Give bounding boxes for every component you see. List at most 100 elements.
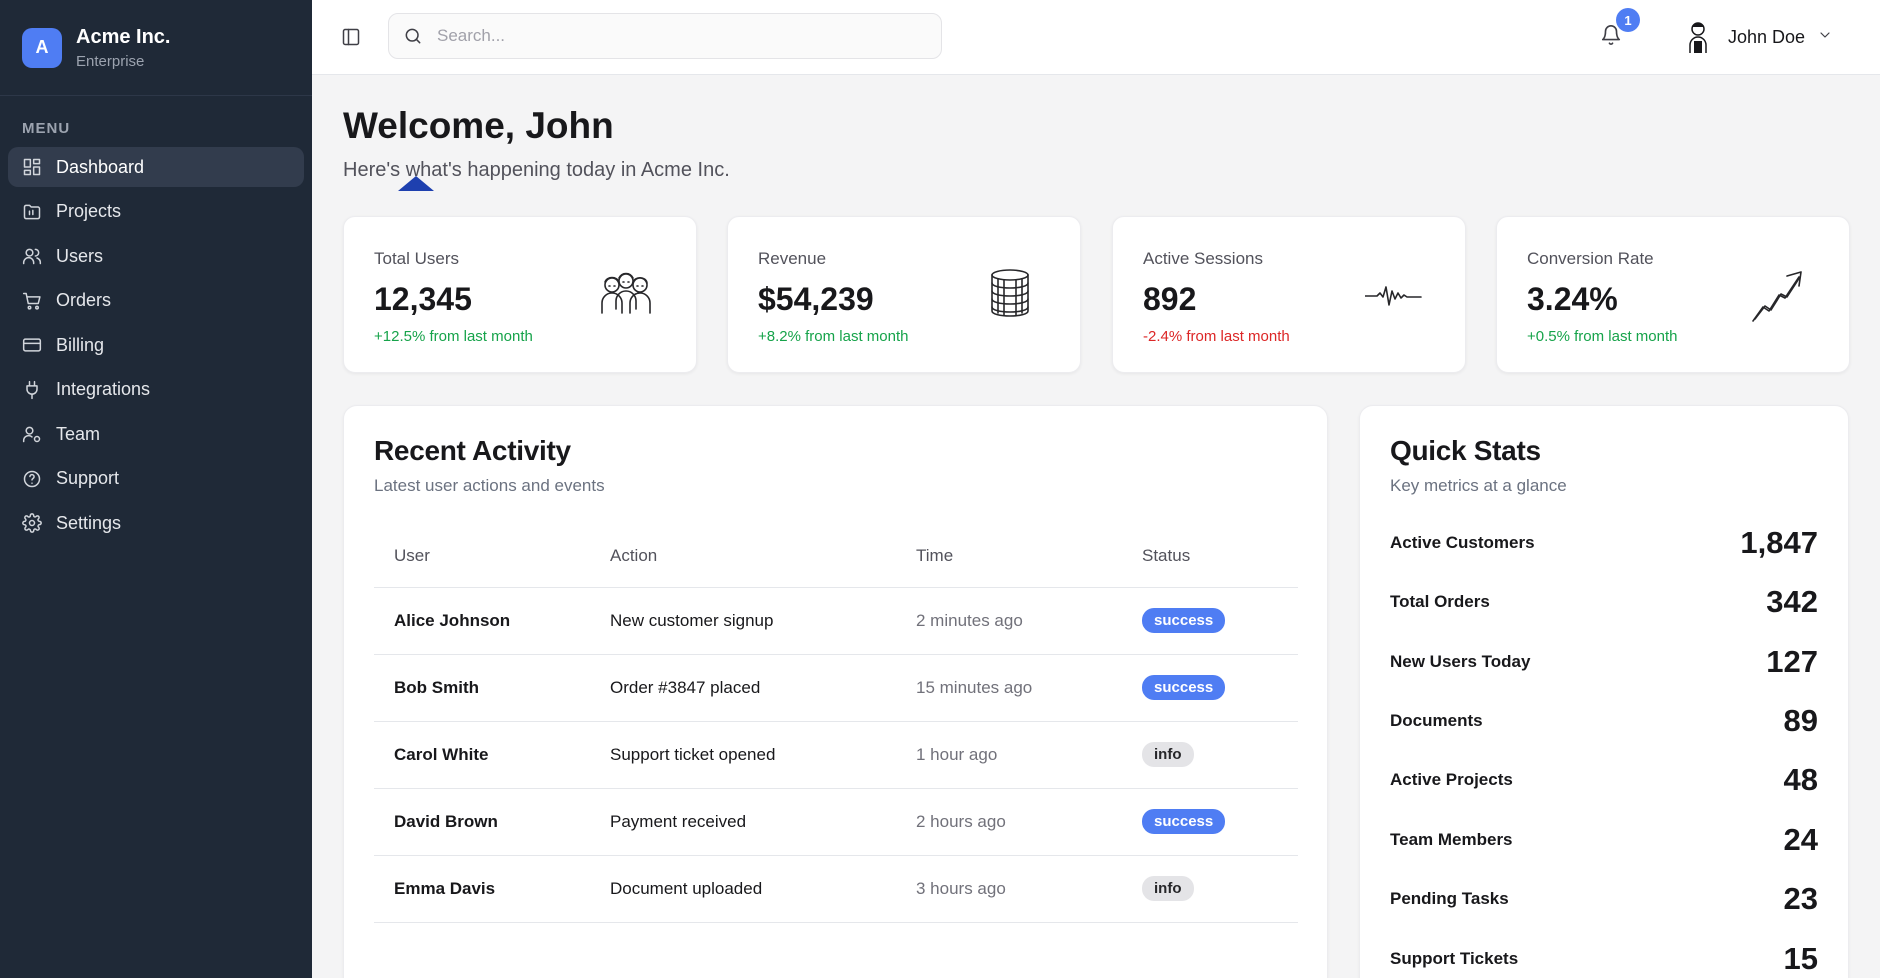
sidebar-item-team[interactable]: Team [8, 414, 304, 454]
quick-stat-value: 127 [1766, 644, 1818, 679]
cell-time: 3 hours ago [896, 855, 1122, 923]
stat-change: +8.2% from last month [758, 328, 909, 345]
brand[interactable]: A Acme Inc. Enterprise [0, 0, 312, 96]
table-row[interactable]: Bob Smith Order #3847 placed 15 minutes … [374, 654, 1298, 722]
quick-stat-value: 1,847 [1740, 525, 1818, 560]
column-header-status[interactable]: Status [1122, 525, 1298, 588]
stat-card-conversion-rate: Conversion Rate 3.24% +0.5% from last mo… [1496, 216, 1850, 373]
quick-stat-label: Support Tickets [1390, 949, 1519, 968]
quick-stat-row: Support Tickets 15 [1390, 939, 1818, 978]
stat-value: 892 [1143, 281, 1197, 317]
quick-stat-value: 89 [1783, 703, 1818, 738]
cell-time: 2 hours ago [896, 788, 1122, 856]
activity-table: User Action Time Status Alice Johnson Ne… [374, 525, 1298, 923]
sidebar-item-label: Integrations [56, 379, 151, 399]
sidebar-toggle-icon [342, 28, 360, 46]
topbar: 1 John Doe [312, 0, 1880, 75]
sidebar-item-billing[interactable]: Billing [8, 325, 304, 365]
search-box[interactable] [388, 13, 942, 59]
search-input[interactable] [437, 26, 907, 46]
sidebar-item-label: Support [56, 468, 120, 488]
quick-stat-row: New Users Today 127 [1390, 642, 1818, 682]
folder-icon [23, 204, 41, 219]
cell-status: success [1122, 587, 1298, 655]
page-title: Welcome, John [343, 105, 614, 146]
sidebar-item-label: Settings [56, 512, 122, 533]
sidebar-item-label: Users [56, 245, 104, 266]
cart-icon [22, 292, 41, 310]
stat-title: Conversion Rate [1527, 249, 1654, 268]
notification-badge: 1 [1616, 8, 1640, 32]
quick-stats-panel: Quick Stats Key metrics at a glance Acti… [1359, 405, 1849, 978]
table-row[interactable]: David Brown Payment received 2 hours ago… [374, 788, 1298, 856]
quick-stat-row: Team Members 24 [1390, 820, 1818, 860]
column-header-action[interactable]: Action [590, 525, 896, 588]
avatar-illustration-icon [1689, 22, 1707, 53]
help-circle-icon [23, 470, 41, 487]
stat-change: +12.5% from last month [374, 328, 533, 345]
main-content: Welcome, John Here's what's happening to… [312, 75, 1880, 978]
quick-stat-row: Active Projects 48 [1390, 760, 1818, 800]
stat-value: $54,239 [758, 281, 874, 317]
cell-action: Support ticket opened [590, 721, 896, 789]
table-row[interactable]: Emma Davis Document uploaded 3 hours ago… [374, 855, 1298, 923]
sidebar-item-label: Billing [56, 334, 105, 355]
column-header-time[interactable]: Time [896, 525, 1122, 588]
quick-stat-label: Team Members [1390, 830, 1513, 849]
status-badge: success [1142, 675, 1226, 700]
cell-status: info [1122, 855, 1298, 923]
panel-title: Recent Activity [374, 435, 571, 466]
quick-stat-label: Total Orders [1390, 592, 1490, 611]
stat-card-revenue: Revenue $54,239 +8.2% from last month [727, 216, 1081, 373]
quick-stat-label: Active Projects [1390, 770, 1513, 789]
sidebar-item-label: Orders [56, 290, 112, 310]
sidebar-item-projects[interactable]: Projects [8, 192, 304, 232]
cursor-pointer-marker [398, 176, 434, 191]
table-row[interactable]: Carol White Support ticket opened 1 hour… [374, 721, 1298, 789]
stat-card-active-sessions: Active Sessions 892 -2.4% from last mont… [1112, 216, 1466, 373]
sidebar-item-label: Projects [56, 201, 122, 221]
user-menu-button[interactable]: John Doe [1678, 16, 1833, 58]
quick-stat-row: Documents 89 [1390, 701, 1818, 741]
status-badge: success [1142, 809, 1226, 834]
cell-user: Carol White [374, 721, 590, 789]
cell-user: David Brown [374, 788, 590, 856]
quick-stat-value: 48 [1783, 762, 1818, 797]
sidebar-item-orders[interactable]: Orders [8, 281, 304, 321]
table-row[interactable]: Alice Johnson New customer signup 2 minu… [374, 587, 1298, 655]
stat-change: -2.4% from last month [1143, 328, 1290, 345]
sidebar-item-support[interactable]: Support [8, 459, 304, 499]
column-header-user[interactable]: User [374, 525, 590, 588]
sidebar-toggle-button[interactable] [338, 24, 364, 50]
recent-activity-panel: Recent Activity Latest user actions and … [343, 405, 1328, 978]
cell-time: 15 minutes ago [896, 654, 1122, 722]
menu-heading: MENU [22, 120, 71, 137]
sidebar-item-users[interactable]: Users [8, 236, 304, 276]
sidebar-nav: Dashboard Projects Users Orders Billing … [0, 147, 312, 543]
sidebar-item-settings[interactable]: Settings [8, 503, 304, 543]
trend-arrow-icon [1749, 265, 1809, 325]
stat-value: 3.24% [1527, 281, 1618, 317]
table-header-row: User Action Time Status [374, 525, 1298, 588]
cell-action: Order #3847 placed [590, 654, 896, 722]
people-illustration-icon [596, 265, 656, 325]
sidebar-item-dashboard[interactable]: Dashboard [8, 147, 304, 187]
brand-logo: A [22, 27, 62, 68]
sidebar: A Acme Inc. Enterprise MENU Dashboard Pr… [0, 0, 312, 978]
sidebar-item-integrations[interactable]: Integrations [8, 370, 304, 410]
users-icon [22, 248, 42, 265]
cell-action: New customer signup [590, 587, 896, 655]
quick-stat-value: 23 [1783, 881, 1818, 916]
stat-value: 12,345 [374, 281, 472, 317]
stat-title: Active Sessions [1143, 249, 1263, 268]
quick-stat-value: 24 [1783, 822, 1818, 857]
brand-name: Acme Inc. [76, 25, 171, 48]
quick-stat-row: Total Orders 342 [1390, 582, 1818, 622]
plug-icon [26, 380, 38, 399]
sidebar-item-label: Dashboard [56, 156, 145, 177]
status-badge: info [1142, 742, 1194, 767]
coin-stack-icon [980, 265, 1040, 325]
pulse-wave-icon [1364, 265, 1425, 325]
stat-title: Revenue [758, 249, 827, 268]
stat-change: +0.5% from last month [1527, 328, 1678, 345]
